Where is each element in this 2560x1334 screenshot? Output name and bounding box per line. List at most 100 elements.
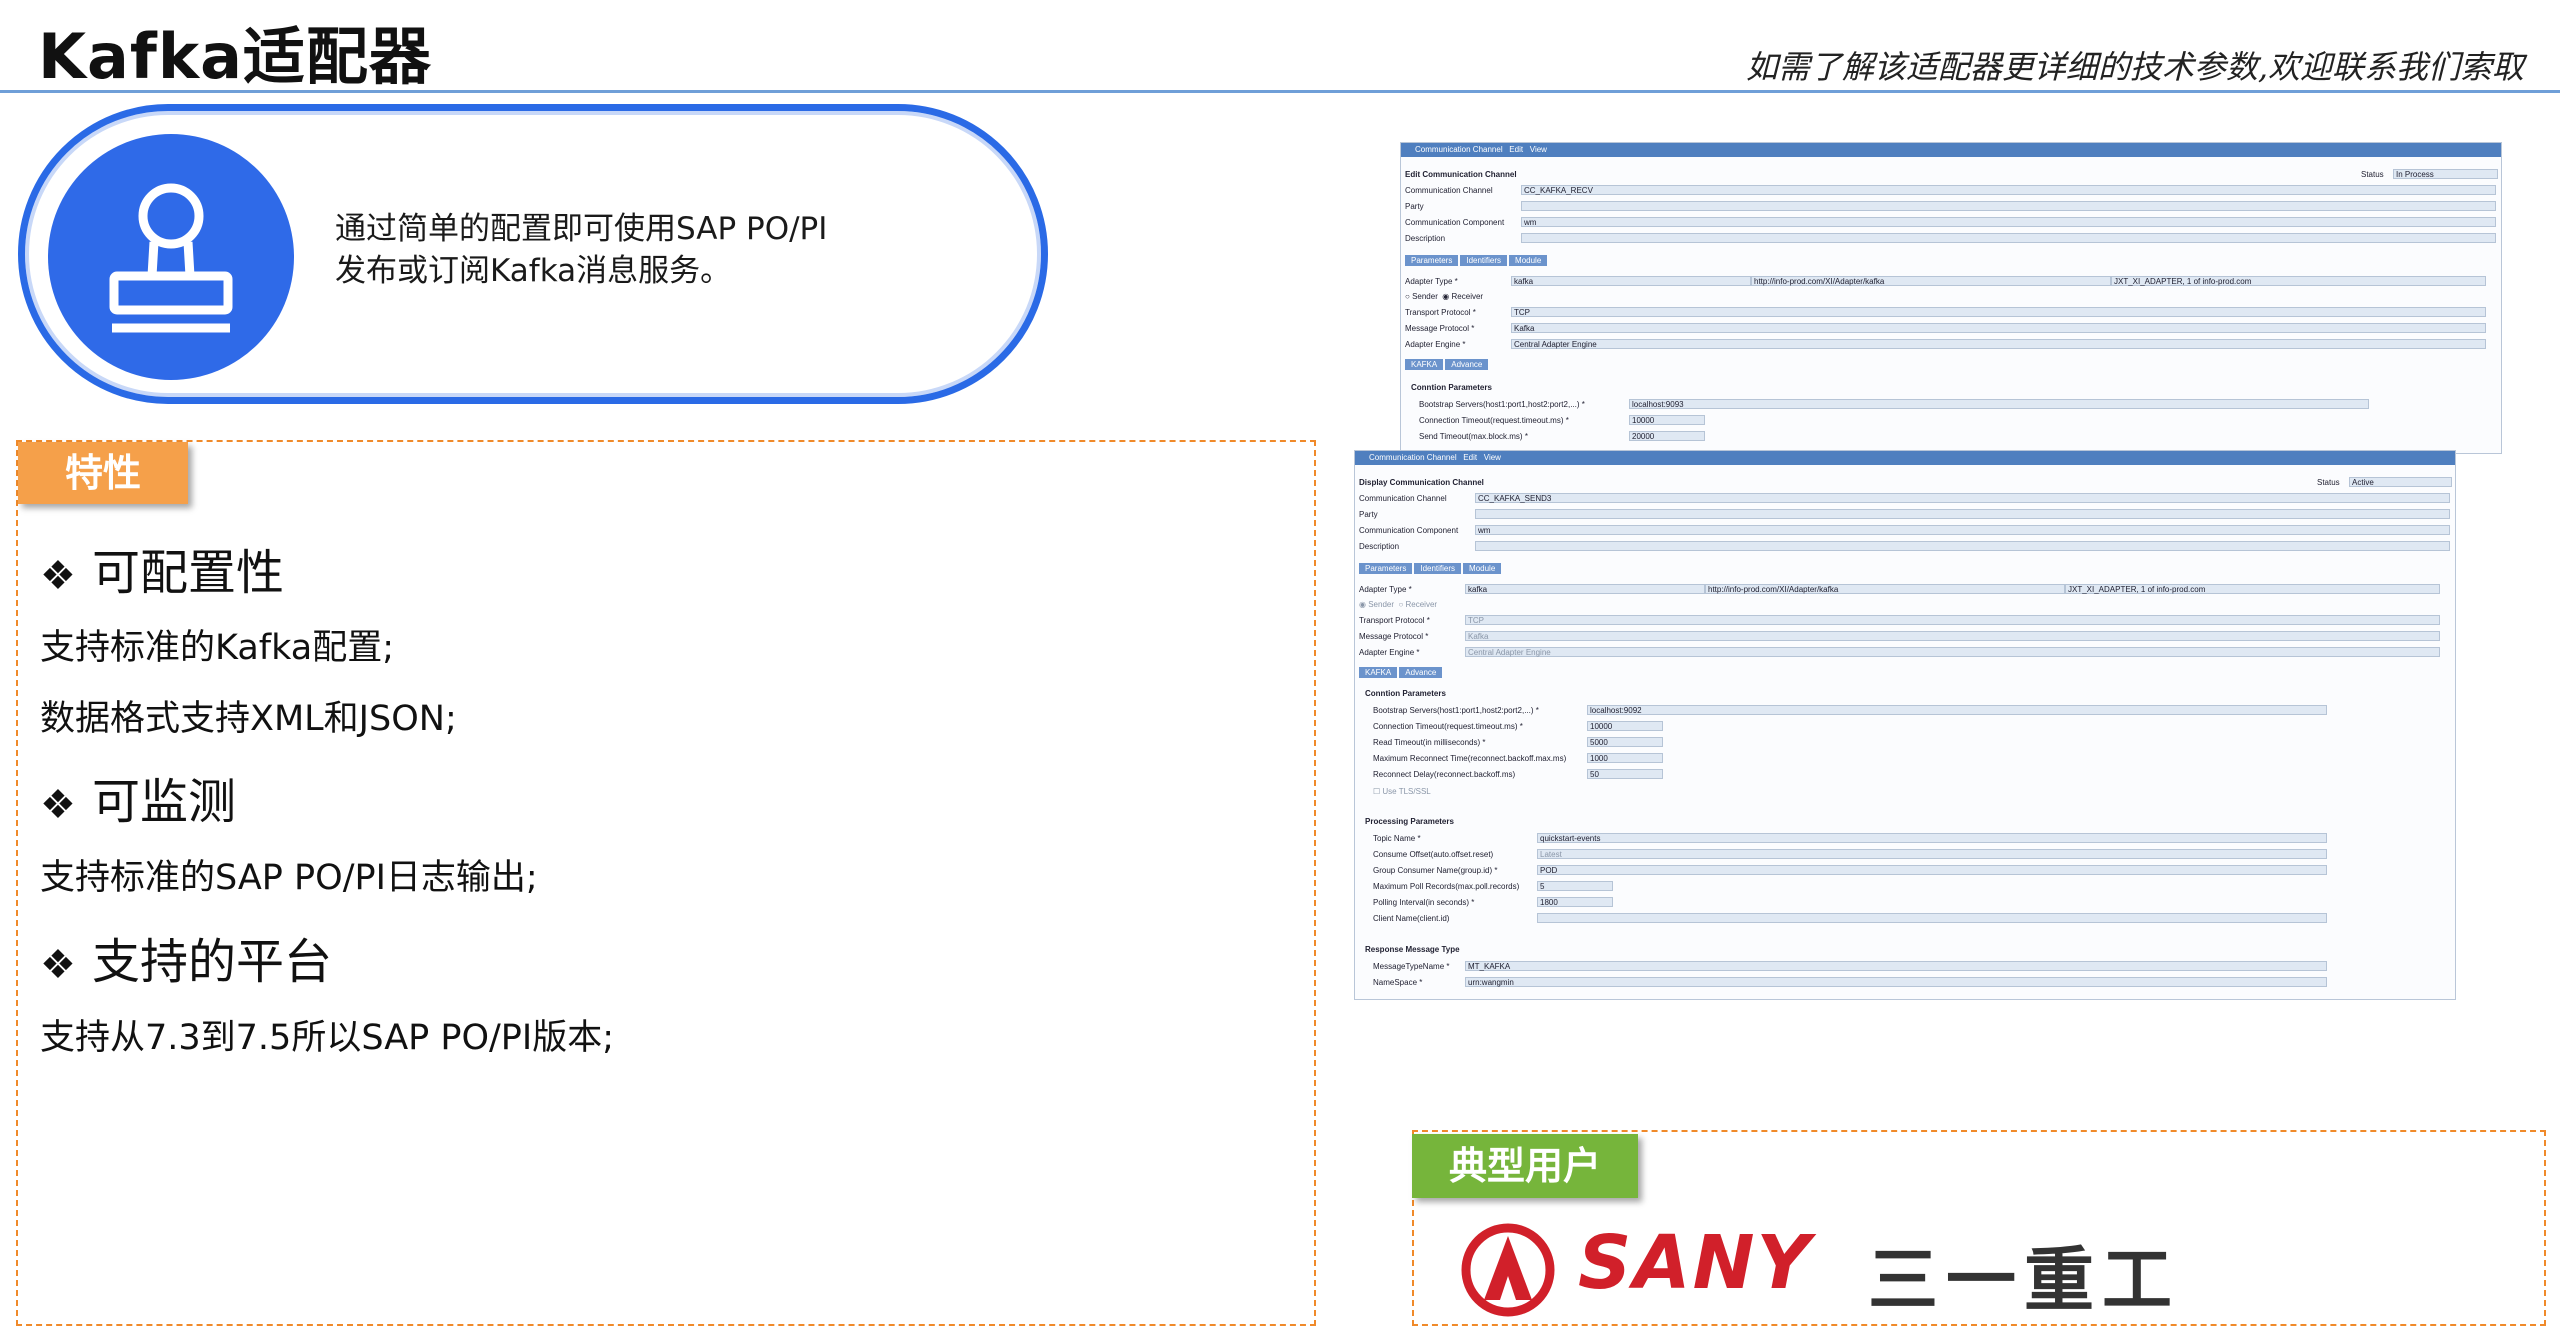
intro-icon-circle bbox=[48, 134, 294, 380]
description-field[interactable] bbox=[1521, 233, 2496, 243]
bullet-icon: ❖ bbox=[40, 782, 76, 828]
party-field[interactable] bbox=[1521, 201, 2496, 211]
read-timeout-field: 5000 bbox=[1587, 737, 1663, 747]
party-field bbox=[1475, 509, 2450, 519]
field-label: Communication Channel bbox=[1359, 494, 1447, 503]
menu-item[interactable]: Communication Channel bbox=[1369, 453, 1457, 462]
status-field: Active bbox=[2349, 477, 2452, 487]
adapter-namespace-field: http://info-prod.com/XI/Adapter/kafka bbox=[1705, 584, 2065, 594]
section-title: Processing Parameters bbox=[1365, 817, 1454, 826]
field-label: MessageTypeName * bbox=[1373, 962, 1450, 971]
screen-heading: Edit Communication Channel bbox=[1405, 170, 1517, 179]
field-label: Connection Timeout(request.timeout.ms) * bbox=[1373, 722, 1523, 731]
screen-heading: Display Communication Channel bbox=[1359, 478, 1484, 487]
screenshot-edit-channel: Communication Channel Edit View Edit Com… bbox=[1400, 142, 2502, 454]
section-title: Conntion Parameters bbox=[1365, 689, 1446, 698]
field-label: Communication Component bbox=[1405, 218, 1505, 227]
feature-line: 支持标准的Kafka配置; bbox=[40, 628, 394, 668]
status-label: Status bbox=[2317, 478, 2340, 487]
field-label: Consume Offset(auto.offset.reset) bbox=[1373, 850, 1494, 859]
field-label: Polling Interval(in seconds) * bbox=[1373, 898, 1475, 907]
tab-module[interactable]: Module bbox=[1509, 255, 1548, 266]
send-timeout-field[interactable]: 20000 bbox=[1629, 431, 1705, 441]
menu-item[interactable]: View bbox=[1530, 145, 1547, 154]
field-label: Send Timeout(max.block.ms) * bbox=[1419, 432, 1528, 441]
tab-kafka[interactable]: KAFKA bbox=[1359, 667, 1398, 678]
message-protocol-select[interactable]: Kafka bbox=[1511, 323, 2486, 333]
section-title: Response Message Type bbox=[1365, 945, 1460, 954]
sany-logo-icon bbox=[1460, 1222, 1556, 1322]
status-field: In Process bbox=[2393, 169, 2498, 179]
field-label: Communication Component bbox=[1359, 526, 1459, 535]
screenshot-display-channel: Communication Channel Edit View Display … bbox=[1354, 450, 2456, 1000]
adapter-type-field[interactable]: kafka bbox=[1511, 276, 1751, 286]
sap-menubar: Communication Channel Edit View bbox=[1401, 143, 2501, 157]
max-poll-field: 5 bbox=[1537, 881, 1613, 891]
field-label: Maximum Poll Records(max.poll.records) bbox=[1373, 882, 1520, 891]
adapter-type-field: kafka bbox=[1465, 584, 1705, 594]
tab-parameters[interactable]: Parameters bbox=[1405, 255, 1459, 266]
section-title: Conntion Parameters bbox=[1411, 383, 1492, 392]
bootstrap-servers-field[interactable]: localhost:9093 bbox=[1629, 399, 2369, 409]
direction-radios[interactable]: ○ Sender ◉ Receiver bbox=[1405, 291, 1483, 302]
bullet-icon: ❖ bbox=[40, 942, 76, 988]
field-label: Maximum Reconnect Time(reconnect.backoff… bbox=[1373, 754, 1567, 763]
typical-users-tag: 典型用户 bbox=[1412, 1134, 1638, 1198]
menu-item[interactable]: View bbox=[1484, 453, 1501, 462]
menu-item[interactable]: Edit bbox=[1509, 145, 1523, 154]
adapter-engine-select[interactable]: Central Adapter Engine bbox=[1511, 339, 2486, 349]
tab-strip: Parameters Identifiers Module bbox=[1405, 255, 1549, 266]
subtab-strip: KAFKA Advance bbox=[1359, 667, 1444, 678]
features-tag: 特性 bbox=[18, 442, 188, 504]
tab-identifiers[interactable]: Identifiers bbox=[1460, 255, 1508, 266]
field-label: Topic Name * bbox=[1373, 834, 1421, 843]
client-name-field bbox=[1537, 913, 2327, 923]
field-label: Client Name(client.id) bbox=[1373, 914, 1450, 923]
menu-item[interactable]: Communication Channel bbox=[1415, 145, 1503, 154]
message-type-field: MT_KAFKA bbox=[1465, 961, 2327, 971]
field-label: Bootstrap Servers(host1:port1,host2:port… bbox=[1373, 706, 1539, 715]
transport-protocol-select: TCP bbox=[1465, 615, 2440, 625]
field-label: Adapter Type * bbox=[1359, 585, 1412, 594]
status-label: Status bbox=[2361, 170, 2384, 179]
adapter-engine-select: Central Adapter Engine bbox=[1465, 647, 2440, 657]
consume-offset-select: Latest bbox=[1537, 849, 2327, 859]
namespace-field: urn:wangmin bbox=[1465, 977, 2327, 987]
tab-advance[interactable]: Advance bbox=[1445, 359, 1489, 370]
connection-timeout-field[interactable]: 10000 bbox=[1629, 415, 1705, 425]
feature-heading-configurable: ❖ 可配置性 bbox=[40, 545, 285, 601]
bootstrap-servers-field: localhost:9092 bbox=[1587, 705, 2327, 715]
message-protocol-select: Kafka bbox=[1465, 631, 2440, 641]
group-consumer-field: POD bbox=[1537, 865, 2327, 875]
channel-field[interactable]: CC_KAFKA_RECV bbox=[1521, 185, 2496, 195]
connection-timeout-field: 10000 bbox=[1587, 721, 1663, 731]
tab-module[interactable]: Module bbox=[1463, 563, 1502, 574]
component-field[interactable]: wm bbox=[1521, 217, 2496, 227]
menu-item[interactable]: Edit bbox=[1463, 453, 1477, 462]
field-label: Bootstrap Servers(host1:port1,host2:port… bbox=[1419, 400, 1585, 409]
tab-advance[interactable]: Advance bbox=[1399, 667, 1443, 678]
feature-heading-platform: ❖ 支持的平台 bbox=[40, 934, 333, 990]
tab-strip: Parameters Identifiers Module bbox=[1359, 563, 1503, 574]
tab-parameters[interactable]: Parameters bbox=[1359, 563, 1413, 574]
use-tls-checkbox: ☐ Use TLS/SSL bbox=[1373, 787, 1431, 796]
tab-kafka[interactable]: KAFKA bbox=[1405, 359, 1444, 370]
field-label: Reconnect Delay(reconnect.backoff.ms) bbox=[1373, 770, 1516, 779]
feature-line: 数据格式支持XML和JSON; bbox=[40, 699, 457, 739]
feature-line: 支持从7.3到7.5所以SAP PO/PI版本; bbox=[40, 1018, 615, 1058]
field-label: Description bbox=[1405, 234, 1446, 243]
field-label: Message Protocol * bbox=[1359, 632, 1429, 641]
transport-protocol-select[interactable]: TCP bbox=[1511, 307, 2486, 317]
field-label: Description bbox=[1359, 542, 1400, 551]
component-field: wm bbox=[1475, 525, 2450, 535]
field-label: Transport Protocol * bbox=[1405, 308, 1476, 317]
adapter-swcv-field: JXT_XI_ADAPTER, 1 of info-prod.com bbox=[2065, 584, 2440, 594]
tab-identifiers[interactable]: Identifiers bbox=[1414, 563, 1462, 574]
field-label: Adapter Type * bbox=[1405, 277, 1458, 286]
polling-interval-field: 1800 bbox=[1537, 897, 1613, 907]
field-label: Communication Channel bbox=[1405, 186, 1493, 195]
field-label: Group Consumer Name(group.id) * bbox=[1373, 866, 1498, 875]
reconnect-delay-field: 50 bbox=[1587, 769, 1663, 779]
field-label: NameSpace * bbox=[1373, 978, 1423, 987]
adapter-namespace-field: http://info-prod.com/XI/Adapter/kafka bbox=[1751, 276, 2111, 286]
